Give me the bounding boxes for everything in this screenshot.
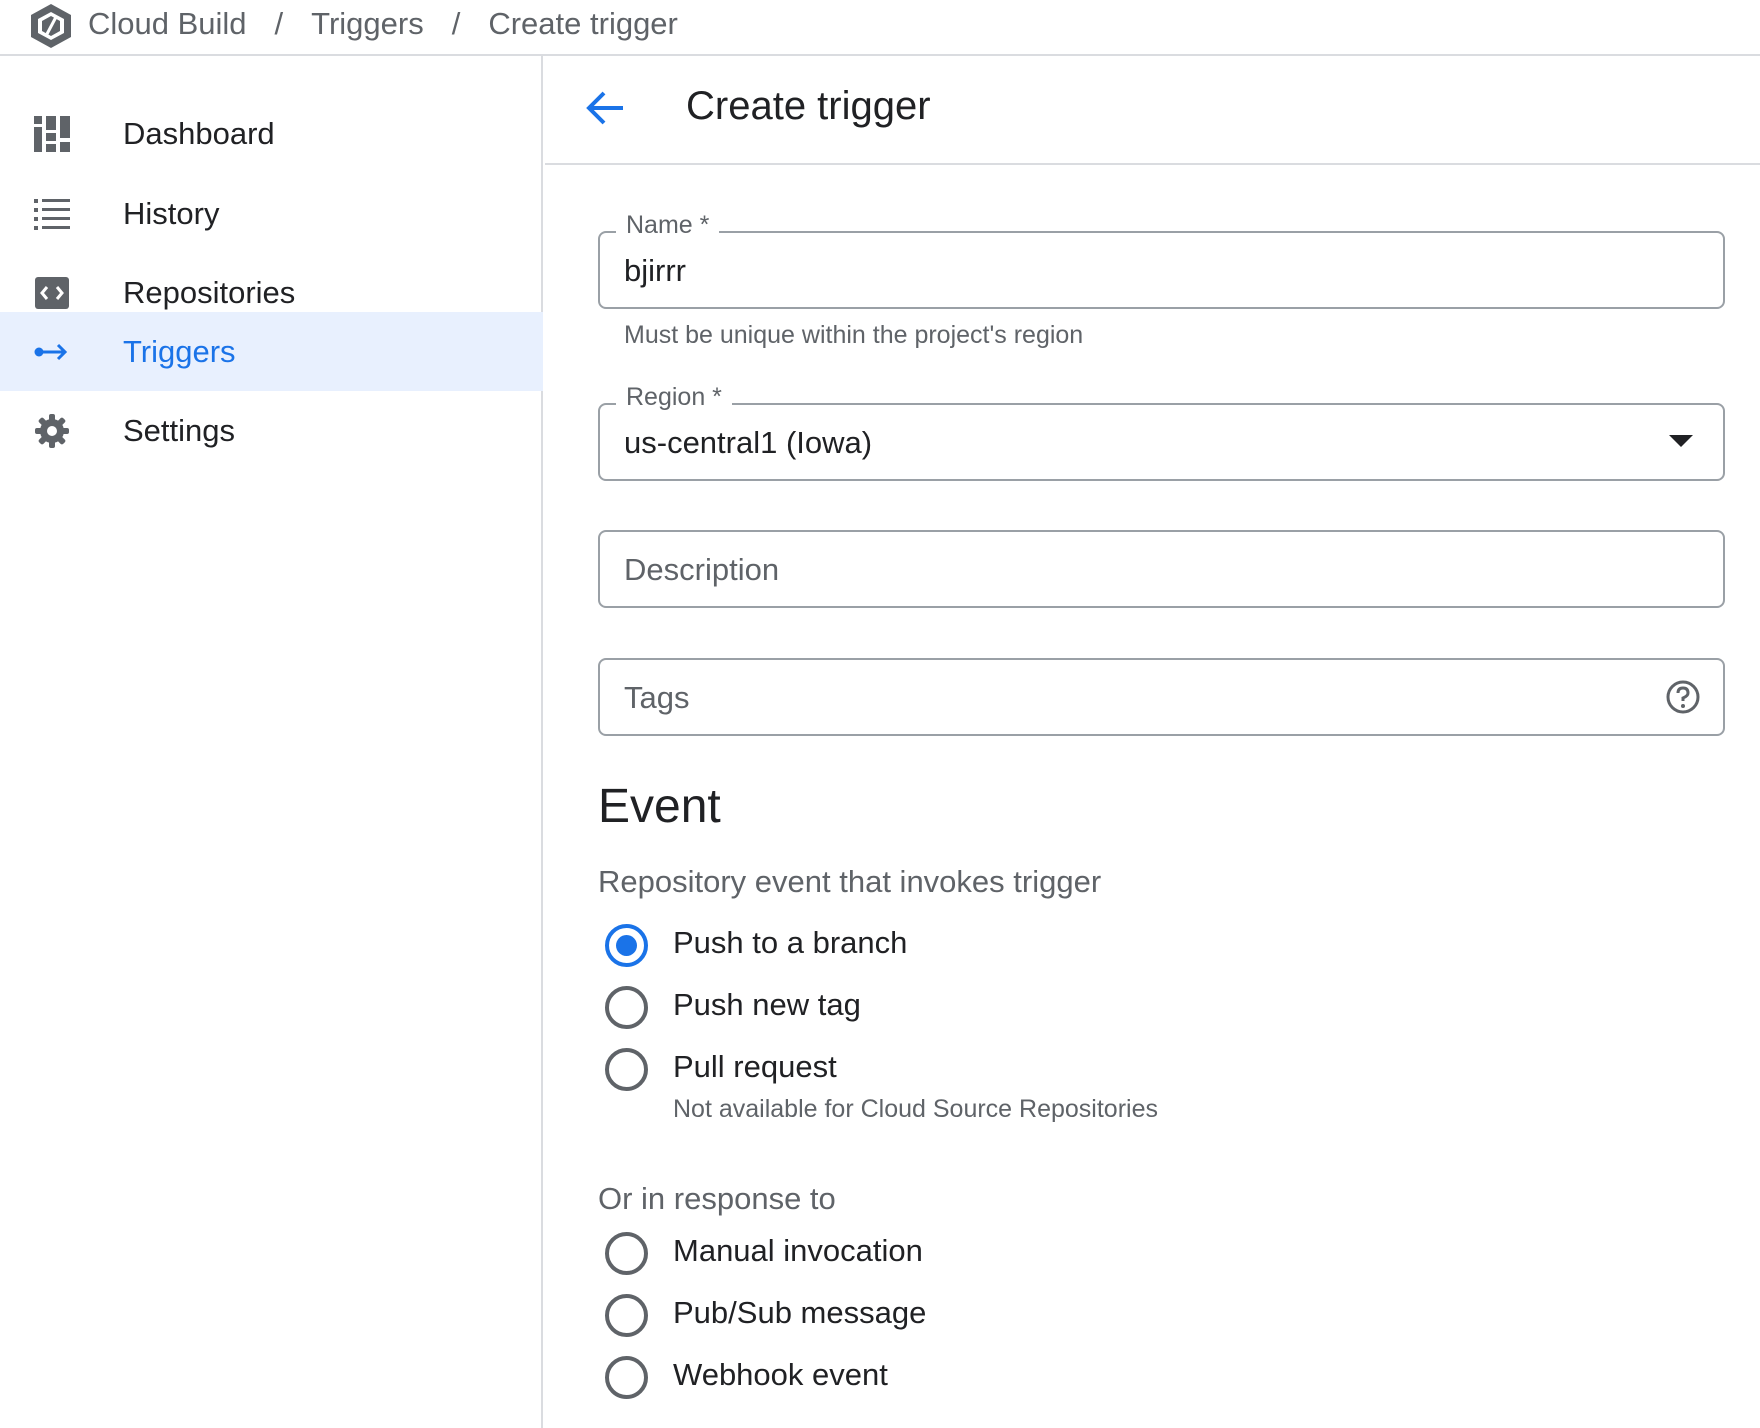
breadcrumb-separator: / (274, 6, 284, 41)
gear-icon (32, 411, 72, 451)
radio-button[interactable] (605, 1293, 648, 1337)
radio-pull-request[interactable]: Pull request (605, 1044, 837, 1094)
radio-label: Push to a branch (673, 925, 908, 960)
arrow-back-icon (586, 91, 623, 125)
sidebar-item-settings[interactable]: Settings (0, 391, 543, 470)
sidebar-item-dashboard[interactable]: Dashboard (0, 94, 543, 173)
radio-label: Pull request (673, 1049, 837, 1084)
description-input[interactable] (624, 552, 1624, 588)
sidebar-item-triggers[interactable]: Triggers (0, 312, 543, 391)
sidebar-item-history[interactable]: History (0, 174, 543, 253)
radio-button[interactable] (605, 1047, 648, 1091)
radio-manual-invocation[interactable]: Manual invocation (605, 1228, 923, 1278)
radio-label: Webhook event (673, 1357, 888, 1392)
main-content: Create trigger Name * Must be unique wit… (545, 56, 1760, 1428)
radio-webhook-event[interactable]: Webhook event (605, 1352, 888, 1402)
tags-input[interactable] (624, 680, 1524, 716)
help-circle-icon[interactable] (1665, 679, 1701, 715)
radio-label: Manual invocation (673, 1233, 923, 1268)
sidebar-item-label: Triggers (123, 333, 236, 369)
event-section-title: Event (598, 780, 721, 833)
cloud-build-logo-icon[interactable] (28, 2, 74, 50)
sidebar-item-label: Dashboard (123, 115, 275, 151)
trigger-arrow-icon (32, 332, 72, 372)
code-icon (32, 273, 72, 313)
page-header: Create trigger (545, 56, 1760, 165)
name-input[interactable] (624, 253, 1624, 289)
page-title: Create trigger (686, 84, 931, 128)
back-button[interactable] (581, 84, 629, 132)
region-selected-value: us-central1 (Iowa) (624, 425, 873, 460)
region-field-label: Region * (616, 383, 732, 412)
radio-pubsub-message[interactable]: Pub/Sub message (605, 1290, 926, 1340)
name-field-label: Name * (616, 211, 720, 240)
radio-label: Pub/Sub message (673, 1295, 927, 1330)
breadcrumb-create-trigger: Create trigger (488, 6, 678, 41)
radio-push-to-branch[interactable]: Push to a branch (605, 920, 907, 970)
sidebar-item-label: History (123, 195, 220, 231)
breadcrumb: Cloud Build / Triggers / Create trigger (88, 6, 678, 42)
sidebar: Dashboard History Repositories Triggers … (0, 56, 543, 1428)
radio-label: Push new tag (673, 987, 861, 1022)
radio-button-checked[interactable] (605, 923, 648, 967)
tags-field[interactable] (598, 658, 1725, 736)
sidebar-item-label: Repositories (123, 274, 296, 310)
top-bar: Cloud Build / Triggers / Create trigger (0, 0, 1760, 56)
pull-request-hint: Not available for Cloud Source Repositor… (673, 1095, 1158, 1123)
radio-button[interactable] (605, 1231, 648, 1275)
sidebar-item-label: Settings (123, 412, 236, 448)
chevron-down-icon[interactable] (1669, 435, 1693, 447)
region-select[interactable]: Region * us-central1 (Iowa) (598, 383, 1725, 481)
description-field[interactable] (598, 530, 1725, 608)
radio-push-new-tag[interactable]: Push new tag (605, 982, 861, 1032)
name-field[interactable]: Name * (598, 211, 1725, 309)
breadcrumb-triggers[interactable]: Triggers (311, 6, 424, 42)
name-helper-text: Must be unique within the project's regi… (624, 321, 1084, 349)
radio-button[interactable] (605, 985, 648, 1029)
radio-button[interactable] (605, 1355, 648, 1399)
breadcrumb-separator: / (451, 6, 461, 41)
response-subtitle: Or in response to (598, 1181, 836, 1216)
list-icon (32, 194, 72, 234)
dashboard-icon (32, 114, 72, 154)
breadcrumb-cloud-build[interactable]: Cloud Build (88, 6, 247, 42)
event-subtitle: Repository event that invokes trigger (598, 864, 1102, 899)
